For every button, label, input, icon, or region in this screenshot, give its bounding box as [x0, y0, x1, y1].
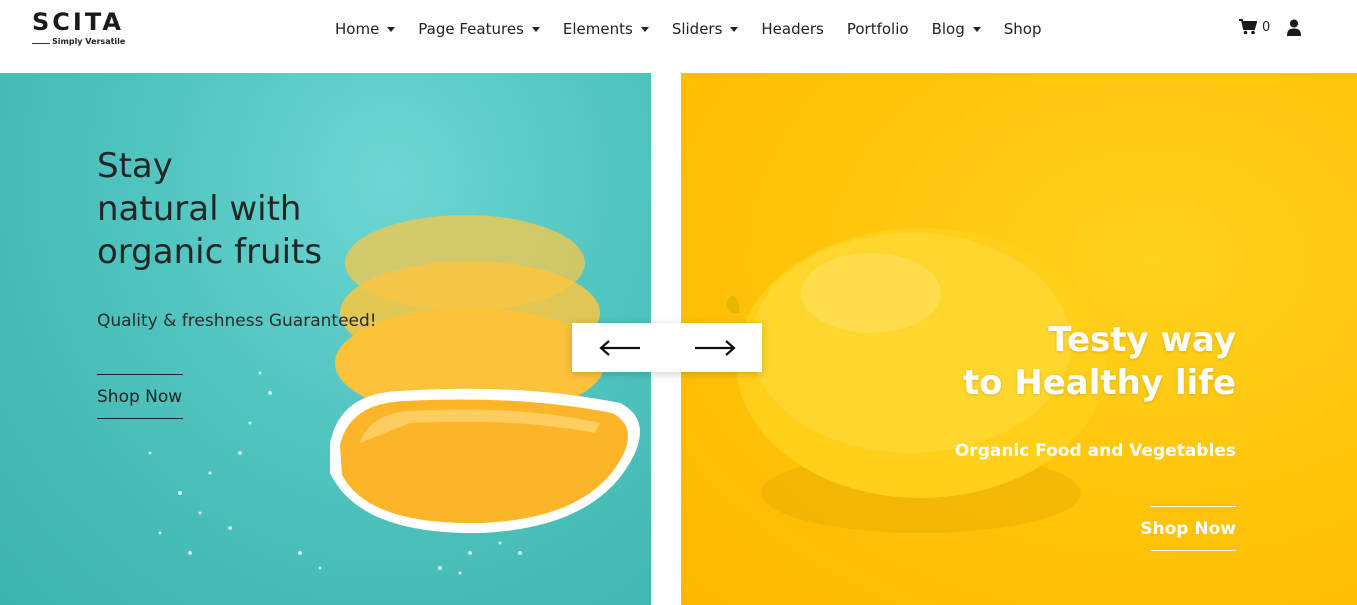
caret-down-icon: [730, 27, 739, 32]
nav-item-sliders[interactable]: Sliders: [672, 20, 739, 38]
nav-item-label: Portfolio: [846, 20, 909, 38]
nav-item-elements[interactable]: Elements: [563, 20, 649, 38]
nav-item-home[interactable]: Home: [335, 20, 396, 38]
caret-down-icon: [640, 27, 649, 32]
caret-down-icon: [972, 27, 981, 32]
nav-item-headers[interactable]: Headers: [761, 20, 823, 38]
nav-item-label: Shop: [1003, 20, 1042, 38]
shop-now-button[interactable]: Shop Now: [1140, 506, 1236, 551]
shop-now-button[interactable]: Shop Now: [97, 374, 183, 419]
nav-item-label: Home: [335, 20, 380, 38]
slide-title-line: organic fruits: [97, 232, 323, 272]
nav-item-label: Sliders: [671, 20, 723, 38]
slide-organic-fruits: Stay natural with organic fruits Quality…: [0, 73, 651, 605]
logo-divider: [32, 43, 50, 44]
slide-healthy-life: Testy way to Healthy life Organic Food a…: [681, 73, 1357, 605]
nav-item-page-features[interactable]: Page Features: [418, 20, 540, 38]
main-nav: Home Page Features Elements Sliders Head…: [335, 18, 1041, 40]
caret-down-icon: [531, 27, 540, 32]
nav-item-portfolio[interactable]: Portfolio: [847, 20, 909, 38]
slide-title: Testy way to Healthy life: [916, 319, 1236, 405]
next-slide-button[interactable]: [667, 323, 762, 372]
prev-slide-button[interactable]: [572, 323, 667, 372]
cart-count: 0: [1262, 19, 1271, 35]
logo[interactable]: SCITA Simply Versatile: [30, 8, 134, 50]
nav-item-shop[interactable]: Shop: [1004, 20, 1042, 38]
arrow-left-icon: [598, 339, 640, 356]
nav-item-label: Headers: [761, 20, 824, 38]
nav-item-blog[interactable]: Blog: [932, 20, 981, 38]
slide-title-line: natural with: [97, 189, 302, 229]
slider-controls: [572, 323, 762, 372]
logo-tagline: Simply Versatile: [52, 37, 126, 46]
arrow-right-icon: [694, 339, 736, 356]
slide-title-line: to Healthy life: [962, 363, 1236, 403]
slide-title: Stay natural with organic fruits: [97, 145, 397, 274]
nav-item-label: Elements: [562, 20, 633, 38]
slide-title-line: Stay: [97, 146, 173, 186]
slide-description: Organic Food and Vegetables: [954, 441, 1236, 461]
nav-item-label: Page Features: [418, 20, 524, 38]
caret-down-icon: [387, 27, 396, 32]
logo-text: SCITA: [32, 8, 124, 36]
user-account-button[interactable]: [1286, 19, 1302, 40]
user-icon: [1287, 19, 1301, 36]
slide-description: Quality & freshness Guaranteed!: [97, 311, 377, 331]
site-header: SCITA Simply Versatile Home Page Feature…: [0, 0, 1357, 73]
nav-item-label: Blog: [931, 20, 965, 38]
slide-title-line: Testy way: [1048, 320, 1236, 360]
shopping-cart-icon: [1239, 19, 1257, 35]
cart-button[interactable]: 0: [1239, 19, 1270, 35]
